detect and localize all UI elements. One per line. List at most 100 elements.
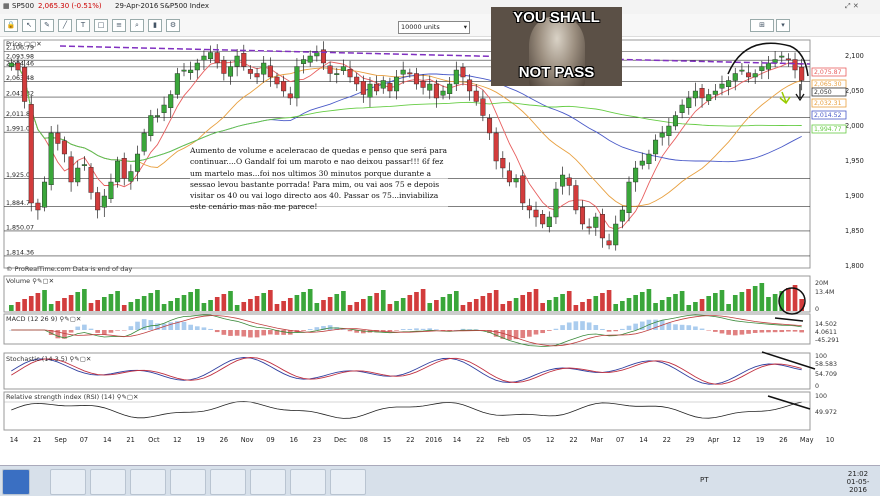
- candle-body: [746, 72, 752, 78]
- volume-bar: [513, 298, 519, 311]
- candle-body: [367, 83, 373, 98]
- shape-icon[interactable]: □: [94, 19, 108, 32]
- macd-histogram-bar: [82, 324, 87, 330]
- volume-bar: [161, 304, 167, 311]
- macd-axis-label: 4.0611: [815, 329, 837, 336]
- x-tick-label: May: [800, 436, 814, 444]
- macd-histogram-bar: [420, 328, 426, 330]
- taskbar-app-prorealtime[interactable]: [250, 469, 286, 495]
- macd-histogram-bar: [673, 324, 678, 330]
- units-select[interactable]: 10000 units ▾: [398, 21, 470, 34]
- candle-body: [593, 216, 599, 228]
- taskbar-app-ie[interactable]: [330, 469, 366, 495]
- panel-buttons-icon[interactable]: ⚲✎▢✕: [117, 393, 139, 401]
- macd-histogram-bar: [188, 324, 193, 330]
- macd-histogram-bar: [706, 330, 712, 331]
- x-tick-label: 14: [639, 436, 647, 444]
- taskbar-app-network[interactable]: [130, 469, 166, 495]
- taskbar-app-folder[interactable]: [50, 469, 86, 495]
- volume-bar: [208, 300, 213, 311]
- y-tick-label: 2,100: [845, 52, 864, 60]
- stochastic-axis-label: 54.709: [815, 371, 837, 378]
- price-label-text: Price: [6, 40, 22, 48]
- volume-bar: [234, 305, 240, 311]
- candle-body: [626, 181, 632, 213]
- candle-body: [108, 181, 114, 199]
- taskbar-app-word[interactable]: [290, 469, 326, 495]
- macd-histogram-bar: [128, 326, 134, 330]
- x-tick-label: 15: [383, 436, 391, 444]
- macd-histogram-bar: [520, 330, 526, 339]
- volume-bar: [194, 289, 200, 311]
- x-tick-label: 14: [10, 436, 18, 444]
- candle-body: [599, 213, 605, 239]
- panel-buttons-icon[interactable]: ▢▢✕: [24, 40, 42, 48]
- candle-body: [267, 65, 273, 78]
- volume-bar: [759, 283, 765, 311]
- panel-buttons-icon[interactable]: ⚲✎▢✕: [60, 315, 82, 323]
- list-icon[interactable]: ▾: [776, 19, 790, 32]
- candle-body: [506, 170, 512, 183]
- macd-histogram-bar: [307, 329, 313, 330]
- volume-bar: [414, 292, 419, 311]
- instrument-label: S&P500 Index: [160, 2, 209, 10]
- clock[interactable]: 21:02 01-05-2016: [838, 470, 878, 494]
- candle-body: [520, 175, 526, 204]
- candle-body: [247, 69, 253, 74]
- volume-bar: [62, 298, 67, 311]
- candle-body: [407, 72, 413, 75]
- macd-histogram-bar: [679, 324, 685, 330]
- candle-body: [55, 132, 61, 144]
- volume-bar: [55, 301, 61, 311]
- macd-histogram-bar: [779, 330, 785, 333]
- macd-histogram-bar: [400, 329, 406, 330]
- start-button[interactable]: [2, 469, 30, 495]
- zoom-icon[interactable]: ⌕: [130, 19, 144, 32]
- meme-line2: NOT PASS: [518, 64, 595, 81]
- stochastic-axis-label: 0: [815, 383, 819, 390]
- volume-panel-label: Volume ⚲✎▢✕: [6, 277, 54, 285]
- pen-icon[interactable]: ✎: [40, 19, 54, 32]
- candle-body: [101, 195, 107, 208]
- volume-bar: [15, 302, 21, 311]
- chart-type-icon[interactable]: ⊞: [750, 19, 774, 32]
- text-icon[interactable]: T: [76, 19, 90, 32]
- line-icon[interactable]: ╱: [58, 19, 72, 32]
- volume-bar: [566, 291, 572, 311]
- candle-body: [440, 90, 446, 96]
- cursor-icon[interactable]: ↖: [22, 19, 36, 32]
- candle-body: [799, 67, 805, 81]
- fib-icon[interactable]: ≡: [112, 19, 126, 32]
- taskbar-app-media[interactable]: [170, 469, 206, 495]
- taskbar-app-chrome[interactable]: [210, 469, 246, 495]
- macd-histogram-bar: [626, 325, 632, 330]
- settings-icon[interactable]: ⚙: [166, 19, 180, 32]
- x-tick-label: 21: [126, 436, 134, 444]
- volume-bar: [586, 299, 592, 311]
- panel-buttons-icon[interactable]: ⚲✎▢✕: [70, 355, 92, 363]
- candle-body: [413, 73, 419, 85]
- macd-histogram-bar: [88, 328, 94, 330]
- clock-date: 01-05-2016: [846, 478, 870, 494]
- volume-bar: [241, 302, 247, 311]
- taskbar-app-explorer[interactable]: [90, 469, 126, 495]
- volume-bar: [42, 290, 47, 311]
- volume-bar: [201, 303, 207, 311]
- macd-histogram-bar: [407, 328, 413, 330]
- macd-histogram-bar: [301, 330, 306, 331]
- x-tick-label: Dec: [334, 436, 347, 444]
- volume-bar: [141, 296, 147, 311]
- candle-body: [486, 118, 493, 134]
- candle-body: [759, 66, 765, 71]
- window-controls[interactable]: ⤢ ✕: [845, 2, 859, 11]
- panel-buttons-icon[interactable]: ⚲✎▢✕: [32, 277, 54, 285]
- candle-body: [201, 55, 207, 61]
- volume-bar: [573, 305, 579, 311]
- x-tick-label: Apr: [708, 436, 720, 444]
- macd-histogram-bar: [732, 330, 738, 336]
- volume-bar: [334, 294, 340, 311]
- lang-indicator[interactable]: PT: [700, 476, 709, 484]
- lock-icon[interactable]: 🔒: [4, 19, 18, 32]
- candles-icon[interactable]: ▮: [148, 19, 162, 32]
- macd-axis-label: -45.291: [815, 337, 839, 344]
